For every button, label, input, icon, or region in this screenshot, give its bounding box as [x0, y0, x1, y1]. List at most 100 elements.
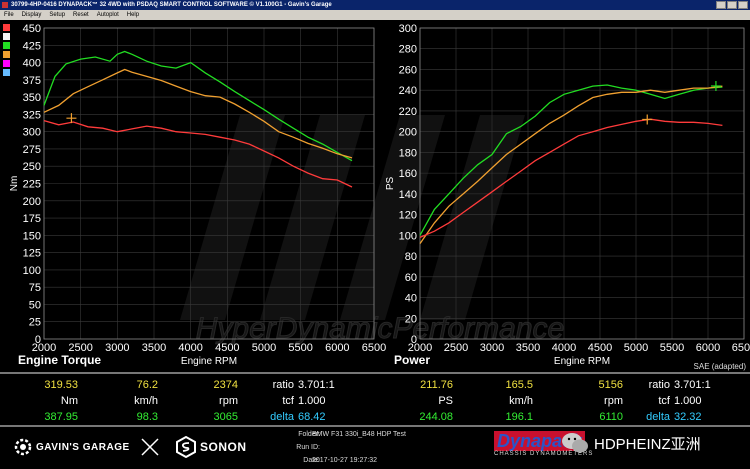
menu-bar: File Display Setup Reset Autoplot Help: [0, 10, 750, 20]
torque-chart-title: Engine Torque: [18, 353, 101, 367]
readout-panel: 319.53 76.2 2374 Nm km/h rpm 387.95 98.3…: [0, 372, 750, 427]
torque-unit-rpm: rpm: [219, 395, 238, 407]
wechat-icon: [562, 433, 588, 453]
power-xtick-label: 3000: [480, 342, 504, 354]
torque-series-0-line: [43, 50, 353, 162]
runid-label: Run ID:: [296, 444, 320, 451]
menu-reset[interactable]: Reset: [73, 10, 89, 20]
torque-value-2: 387.95: [44, 411, 78, 423]
torque-ylabel: Nm: [9, 176, 20, 192]
legend-swatch-3: [3, 51, 10, 58]
power-xtick-label: 6000: [696, 342, 720, 354]
power-xtick-label: 4000: [552, 342, 576, 354]
legend-swatch-2: [3, 42, 10, 49]
torque-ytick-label: 225: [23, 179, 41, 191]
maximize-button[interactable]: [727, 1, 737, 9]
torque-value-1: 319.53: [44, 379, 78, 391]
legend-swatch-1: [3, 33, 10, 40]
torque-ytick-label: 400: [23, 58, 41, 70]
power-tcf-label: tcf: [658, 395, 670, 407]
torque-ytick-label: 450: [23, 23, 41, 35]
torque-ytick-label: 75: [29, 282, 41, 294]
folder-value: BMW F31 330i_B48 HDP Test: [312, 431, 406, 438]
torque-ytick-label: 50: [29, 299, 41, 311]
torque-delta-label: delta: [270, 411, 294, 423]
brand-sonon: SONON: [200, 440, 247, 454]
menu-autoplot[interactable]: Autoplot: [97, 10, 119, 20]
torque-series-1-line: [43, 68, 353, 159]
sae-label: SAE (adapted): [694, 362, 747, 371]
power-ytick-label: 260: [399, 64, 417, 76]
power-ytick-label: 60: [405, 272, 417, 284]
power-xlabel: Engine RPM: [554, 356, 610, 367]
sonon-logo: SONON: [176, 436, 247, 458]
torque-unit-value: Nm: [60, 395, 78, 407]
menu-help[interactable]: Help: [127, 10, 139, 20]
torque-delta-value: 68.42: [298, 411, 326, 423]
power-ytick-label: 100: [399, 230, 417, 242]
torque-tcf-label: tcf: [282, 395, 294, 407]
torque-xtick-label: 6500: [362, 342, 386, 354]
window-title: 30799-4HP-0416 DYNAPACK™ 32 4WD with PSD…: [11, 2, 332, 8]
legend-swatch-4: [3, 60, 10, 67]
minimize-button[interactable]: [716, 1, 726, 9]
torque-unit-speed: km/h: [134, 395, 158, 407]
power-cursor-marker-0: [642, 114, 653, 125]
menu-file[interactable]: File: [4, 10, 14, 20]
torque-rpm-2: 3065: [213, 411, 238, 423]
power-unit-rpm: rpm: [604, 395, 623, 407]
power-value-2: 244.08: [419, 411, 453, 423]
torque-speed-2: 98.3: [136, 411, 158, 423]
torque-ytick-label: 125: [23, 248, 41, 260]
power-delta-value: 32.32: [674, 411, 702, 423]
watermark: HyperDynamicPerformance: [180, 115, 565, 346]
watermark-text: HyperDynamicPerformance: [196, 312, 564, 345]
dyno-charts: HyperDynamicPerformance 0255075100125150…: [3, 23, 750, 371]
torque-xtick-label: 6000: [325, 342, 349, 354]
power-chart-title: Power: [394, 353, 430, 367]
legend-swatch-0: [3, 24, 10, 31]
gear-icon: [14, 438, 32, 456]
power-speed-2: 196.1: [505, 411, 533, 423]
title-bar: 30799-4HP-0416 DYNAPACK™ 32 4WD with PSD…: [0, 0, 750, 10]
power-ytick-label: 280: [399, 44, 417, 56]
power-rpm-1: 5156: [598, 379, 623, 391]
menu-display[interactable]: Display: [22, 10, 42, 20]
power-value-1: 211.76: [420, 379, 453, 391]
torque-tcf-value: 1.000: [298, 395, 326, 407]
torque-ytick-label: 150: [23, 230, 41, 242]
menu-setup[interactable]: Setup: [49, 10, 65, 20]
torque-xtick-label: 4500: [215, 342, 239, 354]
power-ytick-label: 20: [405, 313, 417, 325]
close-button[interactable]: [738, 1, 748, 9]
power-xtick-label: 5500: [660, 342, 684, 354]
date-value: 2017-10-27 19:27:32: [312, 457, 377, 464]
torque-xtick-label: 3500: [142, 342, 166, 354]
torque-xtick-label: 4000: [178, 342, 202, 354]
torque-xtick-label: 3000: [105, 342, 129, 354]
torque-ytick-label: 175: [23, 213, 41, 225]
torque-rpm-1: 2374: [213, 379, 238, 391]
power-ytick-label: 140: [399, 189, 417, 201]
power-cursor-marker-1: [710, 80, 721, 91]
power-ytick-label: 40: [405, 293, 417, 305]
legend-swatches: [3, 24, 10, 76]
power-xtick-label: 2500: [444, 342, 468, 354]
torque-xtick-label: 5000: [252, 342, 276, 354]
power-ytick-label: 300: [399, 23, 417, 35]
torque-ytick-label: 100: [23, 265, 41, 277]
footer: GAVIN'S GARAGE SONON Folder: BMW F31 330…: [0, 427, 750, 469]
dyno-workspace: HyperDynamicPerformance 0 25 50 75 100 125 150…: [0, 20, 750, 372]
gavins-garage-logo: GAVIN'S GARAGE: [14, 438, 130, 456]
torque-ytick-label: 200: [23, 196, 41, 208]
app-icon: [2, 2, 8, 8]
torque-ytick-label: 375: [23, 75, 41, 87]
power-unit-value: PS: [438, 395, 453, 407]
torque-ytick-label: 25: [29, 317, 41, 329]
torque-ratio-value: 3.701:1: [298, 379, 335, 391]
torque-xtick-label: 5500: [288, 342, 312, 354]
torque-ratio-label: ratio: [272, 379, 294, 391]
wechat-watermark: HDPHEINZ亚洲: [560, 430, 701, 456]
power-delta-label: delta: [646, 411, 670, 423]
power-ytick-label: 240: [399, 85, 417, 97]
